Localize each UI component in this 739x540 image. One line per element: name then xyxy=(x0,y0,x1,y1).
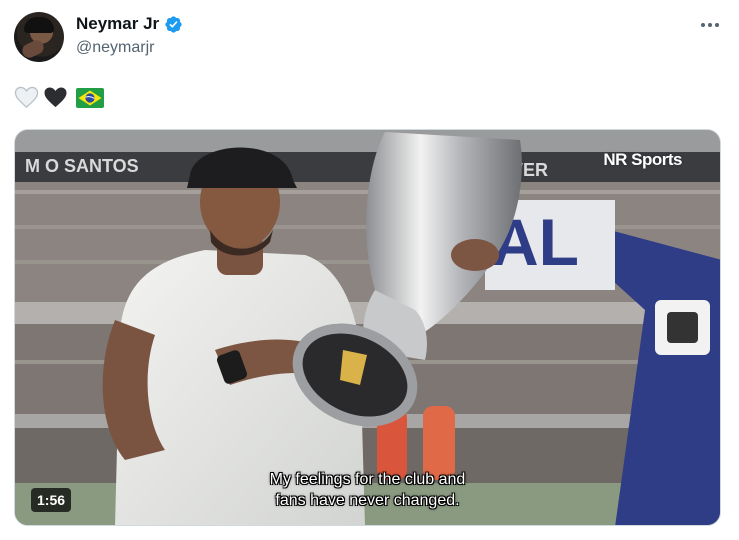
black-heart-icon xyxy=(44,87,67,108)
video-player[interactable]: M O SANTOS TIVER AL xyxy=(14,129,721,526)
tweet-text xyxy=(14,86,104,109)
avatar-cap xyxy=(24,17,54,33)
author-avatar[interactable] xyxy=(14,12,64,62)
more-dot-icon xyxy=(701,23,705,27)
video-frame: M O SANTOS TIVER AL xyxy=(15,130,720,525)
caption-line: fans have never changed. xyxy=(275,492,460,509)
video-duration-badge: 1:56 xyxy=(31,488,72,512)
avatar-arm xyxy=(20,38,46,60)
white-heart-icon xyxy=(14,86,39,108)
more-dot-icon xyxy=(708,23,712,27)
author-handle[interactable]: @neymarjr xyxy=(76,39,154,57)
caption-line: My feelings for the club and xyxy=(269,471,466,488)
verified-badge-icon xyxy=(165,15,182,33)
svg-text:M O SANTOS: M O SANTOS xyxy=(25,156,139,176)
author-name-row: Neymar Jr xyxy=(76,14,183,34)
more-options-button[interactable] xyxy=(694,12,726,38)
video-caption: My feelings for the club and fans have n… xyxy=(15,469,720,511)
video-watermark: NR Sports xyxy=(603,150,682,169)
brazil-flag-icon xyxy=(76,87,104,108)
more-dot-icon xyxy=(715,23,719,27)
author-display-name[interactable]: Neymar Jr xyxy=(76,14,159,34)
